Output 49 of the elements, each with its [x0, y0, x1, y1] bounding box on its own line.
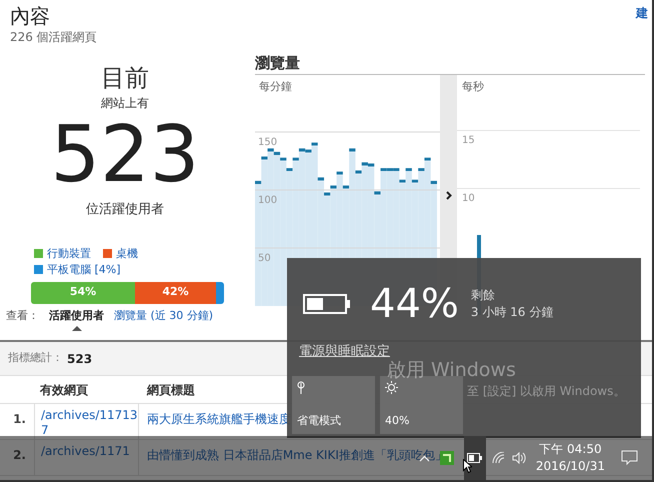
view-label: 查看： [6, 308, 39, 324]
axis-tick-label: 15 [462, 134, 475, 148]
wifi-icon[interactable] [492, 452, 506, 464]
clock-date[interactable]: 2016/10/31 [536, 458, 605, 475]
battery-icon[interactable] [467, 453, 482, 463]
mouse-cursor-icon [463, 459, 472, 473]
metric-total-value: 523 [67, 350, 92, 368]
page-subtitle: 226 個活躍網頁 [10, 29, 97, 46]
selected-caret-icon [72, 326, 82, 331]
power-settings-link[interactable]: 電源與睡眠設定 [299, 342, 390, 362]
legend-label: 平板電腦 [4%] [47, 262, 121, 278]
chart-label: 每分鐘 [259, 79, 292, 95]
battery-icon [303, 294, 350, 314]
notification-icon[interactable] [621, 450, 638, 466]
share-label: 54% [70, 284, 96, 300]
legend-label: 桌機 [116, 246, 138, 262]
remaining-time: 3 小時 16 分鐘 [470, 304, 554, 321]
axis-tick-label: 50 [258, 253, 271, 264]
speaker-icon[interactable] [512, 452, 526, 464]
leaf-icon [297, 381, 305, 394]
chart-label: 每秒 [462, 79, 484, 95]
share-label: 42% [162, 284, 189, 300]
clock-time[interactable]: 下午 04:50 [539, 441, 602, 458]
activation-message: 至 [設定] 以啟用 Windows。 [467, 383, 626, 400]
battery-percent: 44% [370, 282, 459, 326]
quick-action-tile[interactable]: 省電模式 [292, 376, 375, 434]
legend-label: 行動裝置 [47, 246, 91, 262]
metric-total-label: 指標總計： [8, 350, 63, 366]
corner-link[interactable]: 建 [636, 4, 648, 46]
axis-tick-label: 100 [258, 195, 278, 206]
active-user-count: 523 [50, 112, 200, 198]
remaining-label: 剩餘 [470, 287, 496, 304]
app-tray-icon[interactable] [440, 451, 454, 465]
sun-icon [385, 381, 398, 394]
axis-tick-label: 150 [258, 137, 278, 148]
axis-tick-label: 10 [462, 192, 475, 206]
view-tab[interactable]: 活躍使用者 [49, 308, 104, 325]
summary-text: 位活躍使用者 [86, 201, 164, 219]
row-rank: 2. [12, 447, 27, 464]
row-rank: 1. [12, 411, 27, 428]
view-tab[interactable]: 瀏覽量 (近 30 分鐘) [114, 308, 214, 325]
chevron-right-icon[interactable] [446, 190, 452, 200]
page-link[interactable]: /archives/117137 [34, 404, 139, 439]
page-title: 內容 [10, 4, 51, 28]
summary-heading: 目前 [101, 64, 149, 92]
column-header[interactable]: 網頁標題 [139, 380, 195, 398]
section-title: 瀏覽量 [255, 54, 645, 75]
column-header[interactable]: 有效網頁 [34, 380, 139, 398]
summary-text: 網站上有 [101, 95, 149, 112]
